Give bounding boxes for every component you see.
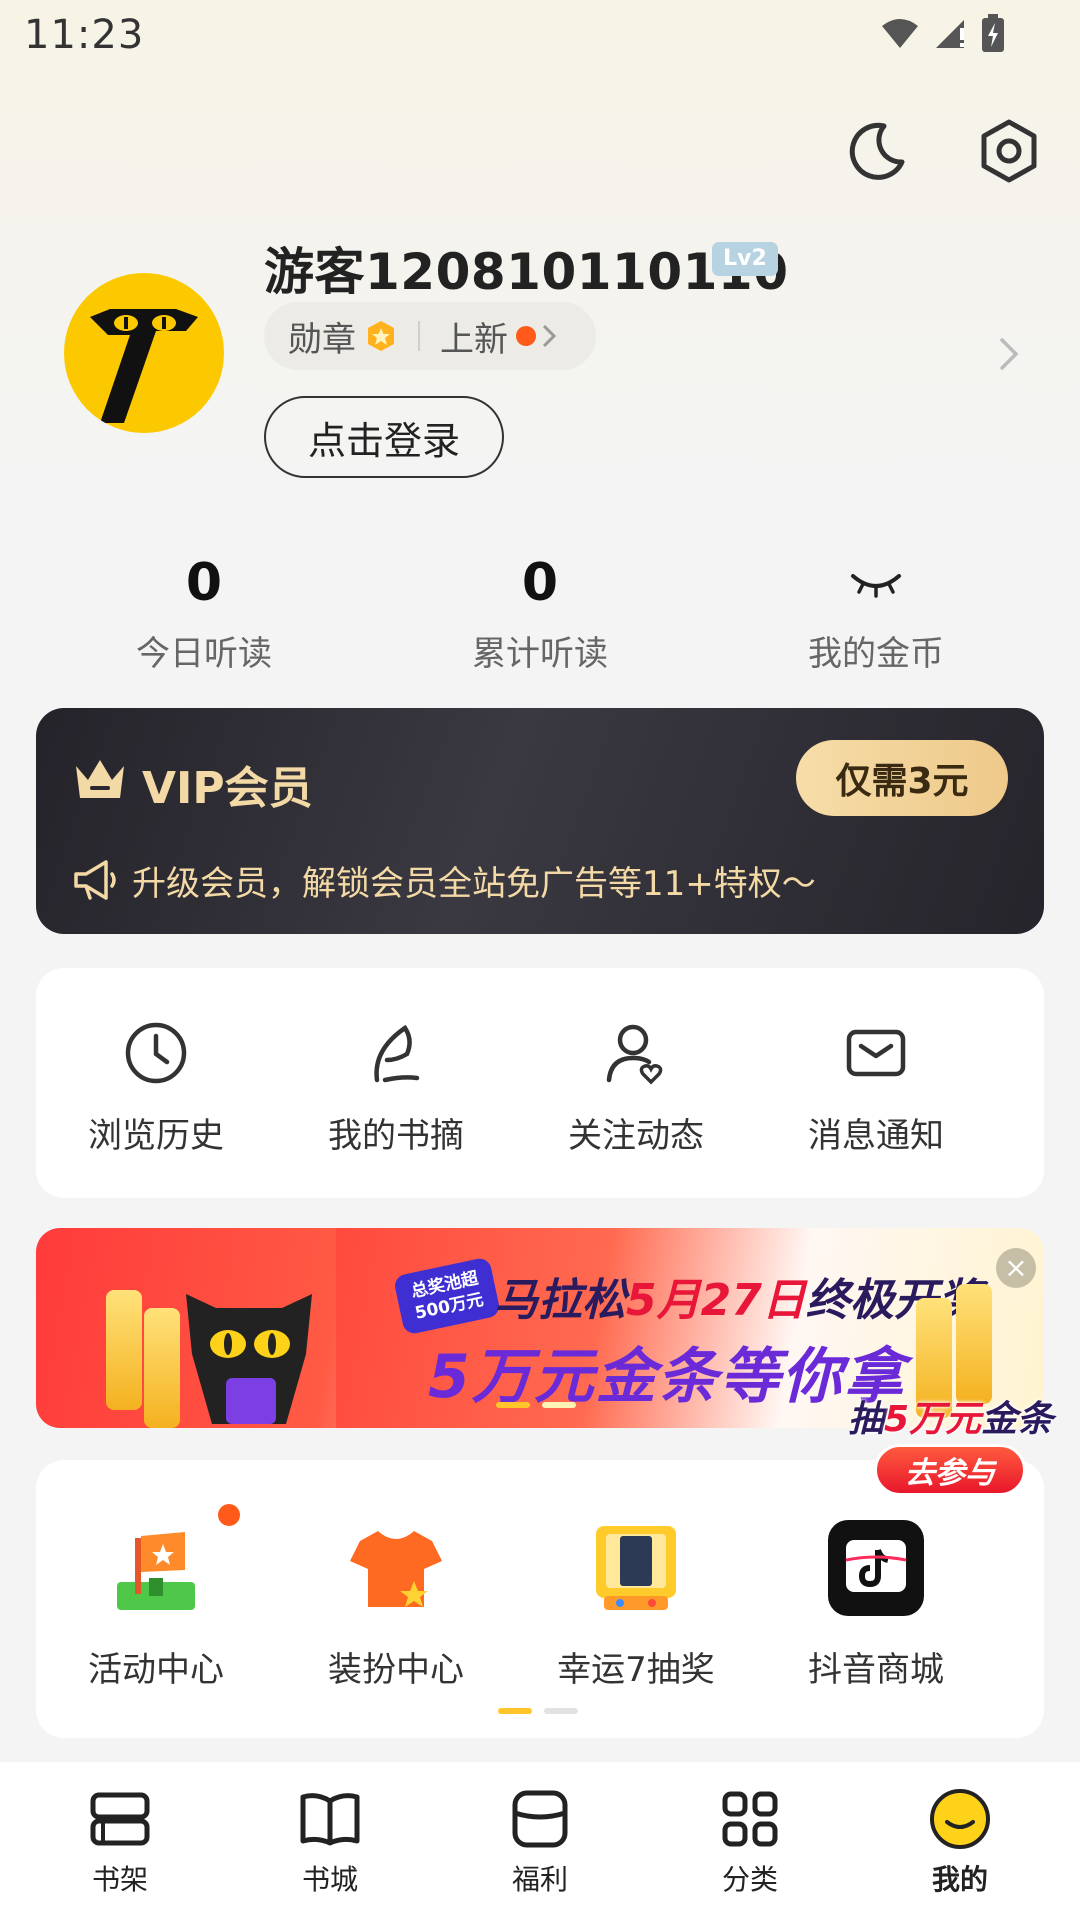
douyin-mall-icon xyxy=(828,1520,924,1616)
grid-icon xyxy=(722,1791,778,1847)
chevron-right-icon xyxy=(542,324,556,348)
activity-label: 活动中心 xyxy=(88,1650,224,1690)
status-bar: 11:23 xyxy=(0,0,1080,72)
mail-icon xyxy=(846,1029,906,1077)
gear-icon[interactable] xyxy=(976,118,1042,184)
tab-mine[interactable]: 我的 xyxy=(855,1762,1065,1920)
wifi-icon xyxy=(882,19,918,48)
moon-icon[interactable] xyxy=(844,118,910,184)
tab-label: 书城 xyxy=(301,1863,358,1896)
cat-mascot-icon xyxy=(186,1294,312,1424)
stat-my-coins[interactable]: 我的金币 xyxy=(716,548,1036,675)
gold-bar xyxy=(144,1308,180,1428)
activity-label: 幸运7抽奖 xyxy=(557,1650,715,1690)
stat-today-listening[interactable]: 0 今日听读 xyxy=(44,548,364,675)
quill-icon xyxy=(374,1024,420,1083)
feature-card: 浏览历史 我的书摘 关注动态 消息通知 xyxy=(36,968,1044,1198)
level-badge: Lv2 xyxy=(712,242,778,276)
floating-ad-text: 抽5万元金条 xyxy=(848,1390,1053,1442)
pill-divider xyxy=(418,321,420,351)
ad-text-suffix: 金条 xyxy=(981,1399,1054,1440)
tab-label: 福利 xyxy=(511,1863,568,1896)
medal-icon xyxy=(368,321,394,351)
pager-dot xyxy=(542,1402,576,1408)
megaphone-icon xyxy=(74,860,116,900)
bottom-nav: 书架 书城 福利 分类 我的 xyxy=(0,1762,1080,1920)
stat-total-listening[interactable]: 0 累计听读 xyxy=(380,548,700,675)
tab-bookstore[interactable]: 书城 xyxy=(225,1762,435,1920)
lottery-machine-icon xyxy=(596,1526,676,1610)
activity-red-dot xyxy=(218,1504,240,1526)
activity-center[interactable]: 活动中心 xyxy=(36,1460,276,1691)
profile-page: 11:23 游客120810110110 Lv2 勋章 上新 点击登录 0 今日… xyxy=(0,0,1080,1920)
feature-label: 我的书摘 xyxy=(328,1116,464,1156)
battery-icon xyxy=(982,14,1004,52)
crown-icon xyxy=(76,760,124,798)
tab-label: 书架 xyxy=(91,1863,148,1896)
user-follow-icon xyxy=(606,1024,663,1085)
username: 游客120810110110 xyxy=(264,243,789,301)
join-button[interactable]: 去参与 xyxy=(874,1444,1026,1496)
vip-description: 升级会员，解锁会员全站免广告等11+特权～ xyxy=(132,864,816,904)
dress-up-center[interactable]: 装扮中心 xyxy=(276,1460,516,1691)
tab-label: 我的 xyxy=(931,1863,988,1896)
headline-prefix: 马拉松 xyxy=(494,1275,626,1326)
floating-ad[interactable]: 抽5万元金条 去参与 xyxy=(844,1378,1062,1498)
new-label: 上新 xyxy=(440,319,508,360)
feature-label: 浏览历史 xyxy=(88,1116,224,1156)
vip-title: VIP会员 xyxy=(142,763,313,814)
book-open-icon xyxy=(300,1793,360,1846)
medal-label: 勋章 xyxy=(288,319,356,360)
banner-headline: 马拉松5月27日终极开奖 xyxy=(494,1264,982,1328)
tab-welfare[interactable]: 福利 xyxy=(435,1762,645,1920)
gold-bar xyxy=(106,1290,142,1410)
status-time: 11:23 xyxy=(24,12,145,58)
gift-box-icon xyxy=(512,1790,568,1848)
stat-value: 0 xyxy=(521,553,559,613)
feature-label: 关注动态 xyxy=(568,1116,704,1156)
new-dot xyxy=(516,326,536,346)
login-button[interactable]: 点击登录 xyxy=(264,396,504,478)
pager-dot xyxy=(544,1708,578,1714)
smiley-icon xyxy=(930,1789,990,1849)
vip-price-button[interactable]: 仅需3元 xyxy=(796,740,1008,816)
lucky-7-lottery[interactable]: 幸运7抽奖 xyxy=(516,1460,756,1691)
vip-card[interactable]: VIP会员 仅需3元 升级会员，解锁会员全站免广告等11+特权～ xyxy=(36,708,1044,934)
banner-pager xyxy=(496,1402,576,1408)
pager-dot-active xyxy=(496,1402,530,1408)
headline-date: 5月27日 xyxy=(626,1275,806,1326)
avatar[interactable] xyxy=(64,273,224,433)
stat-label: 我的金币 xyxy=(808,634,944,674)
stat-label: 累计听读 xyxy=(472,634,608,674)
feature-notifications[interactable]: 消息通知 xyxy=(756,968,996,1157)
eye-closed-icon[interactable] xyxy=(849,570,903,600)
cat-logo-icon xyxy=(90,309,198,423)
stat-value: 0 xyxy=(185,553,223,613)
activity-label: 抖音商城 xyxy=(808,1650,944,1690)
feature-follow-updates[interactable]: 关注动态 xyxy=(516,968,756,1157)
stat-label: 今日听读 xyxy=(136,634,272,674)
activity-card: 活动中心 装扮中心 幸运7抽奖 抖音商城 xyxy=(36,1460,1044,1738)
ad-text-highlight: 5万元 xyxy=(884,1399,982,1440)
tab-bookshelf[interactable]: 书架 xyxy=(15,1762,225,1920)
bookshelf-icon xyxy=(90,1792,150,1846)
tab-category[interactable]: 分类 xyxy=(645,1762,855,1920)
profile-chevron-right-icon[interactable] xyxy=(998,336,1022,372)
tshirt-icon xyxy=(350,1531,442,1607)
flag-icon xyxy=(117,1532,195,1610)
status-icons xyxy=(880,14,1004,52)
clock-icon xyxy=(125,1022,187,1084)
ad-text-prefix: 抽 xyxy=(848,1399,885,1440)
activity-label: 装扮中心 xyxy=(328,1650,464,1690)
activity-pager xyxy=(498,1708,578,1714)
pager-dot-active xyxy=(498,1708,532,1714)
feature-my-excerpts[interactable]: 我的书摘 xyxy=(276,968,516,1157)
feature-label: 消息通知 xyxy=(808,1116,944,1156)
stat-value xyxy=(716,548,1036,618)
medal-new-pill[interactable]: 勋章 上新 xyxy=(264,302,596,370)
feature-browse-history[interactable]: 浏览历史 xyxy=(36,968,276,1157)
signal-icon xyxy=(936,20,964,48)
banner-close-icon[interactable]: × xyxy=(996,1248,1036,1288)
tab-label: 分类 xyxy=(721,1863,778,1896)
